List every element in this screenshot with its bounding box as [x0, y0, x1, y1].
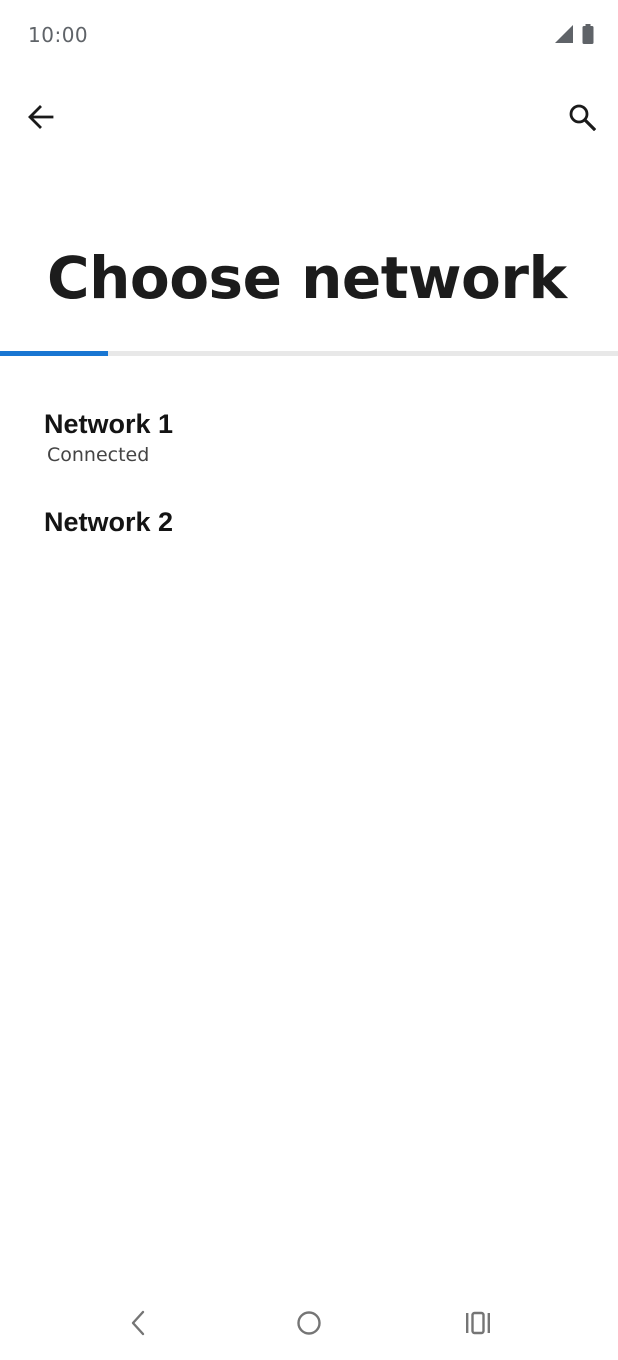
battery-icon	[582, 24, 594, 48]
nav-home-button[interactable]	[279, 1300, 339, 1350]
status-time: 10:00	[28, 23, 89, 47]
network-item-2[interactable]: Network 2	[0, 490, 618, 570]
navigation-bar	[0, 1290, 618, 1360]
network-name: Network 2	[44, 507, 174, 537]
signal-icon	[554, 24, 574, 48]
progress-bar	[0, 351, 618, 356]
nav-back-icon	[128, 1310, 150, 1340]
network-status: Connected	[47, 444, 150, 466]
status-icons	[554, 24, 594, 48]
network-item-1[interactable]: Network 1 Connected	[0, 390, 618, 490]
search-button[interactable]	[554, 91, 610, 147]
progress-bar-fill	[0, 351, 109, 356]
arrow-left-icon	[27, 103, 55, 135]
nav-recents-button[interactable]	[448, 1300, 508, 1350]
nav-home-icon	[296, 1310, 322, 1340]
network-list: Network 1 Connected Network 2	[0, 390, 618, 570]
nav-back-button[interactable]	[109, 1300, 169, 1350]
search-icon	[568, 103, 597, 135]
network-name: Network 1	[44, 409, 174, 439]
nav-recents-icon	[464, 1310, 492, 1340]
back-button[interactable]	[13, 91, 69, 147]
top-app-bar	[0, 90, 618, 150]
status-bar: 10:00	[0, 0, 618, 70]
page-title: Choose network	[47, 244, 567, 312]
